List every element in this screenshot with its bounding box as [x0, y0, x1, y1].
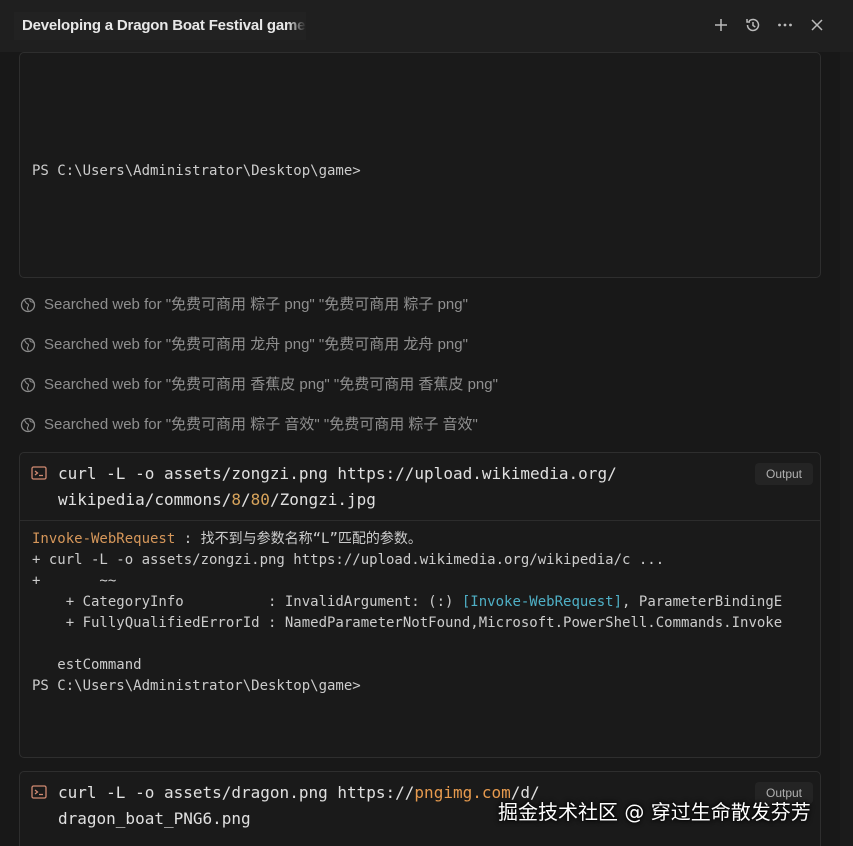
command-text-line: curl -L -o assets/zongzi.png https://upl… [58, 461, 617, 487]
output-line: + curl -L -o assets/zongzi.png https://u… [32, 552, 665, 568]
web-search-text: Searched web for "免费可商用 粽子 音效" "免费可商用 粽子… [44, 416, 478, 433]
chat-header: Developing a Dragon Boat Festival game [0, 0, 853, 52]
divider [20, 520, 820, 521]
error-cmdlet: Invoke-WebRequest [32, 531, 176, 547]
output-line: estCommand [32, 657, 142, 673]
chat-title-tab[interactable]: Developing a Dragon Boat Festival game [14, 12, 306, 40]
web-search-text: Searched web for "免费可商用 香蕉皮 png" "免费可商用 … [44, 376, 498, 393]
command-text: / [241, 490, 251, 509]
terminal-prompt: PS C:\Users\Administrator\Desktop\game> [32, 678, 361, 694]
web-search-text: Searched web for "免费可商用 粽子 png" "免费可商用 粽… [44, 296, 468, 313]
error-message: : 找不到与参数名称“L”匹配的参数。 [175, 531, 422, 547]
terminal-output-card: PS C:\Users\Administrator\Desktop\game> [19, 52, 821, 278]
globe-icon [20, 297, 36, 313]
output-line: Invoke-WebRequest : 找不到与参数名称“L”匹配的参数。 [32, 529, 422, 550]
command-number: 80 [250, 490, 270, 509]
close-icon[interactable] [807, 15, 827, 35]
web-search-text: Searched web for "免费可商用 龙舟 png" "免费可商用 龙… [44, 336, 468, 353]
command-text: wikipedia/commons/ [58, 490, 232, 509]
title-fade [288, 12, 306, 40]
output-line: + CategoryInfo : InvalidArgument: (:) [I… [32, 592, 782, 613]
output-line: + ~~ [32, 573, 117, 589]
output-text: + CategoryInfo : InvalidArgument: (:) [32, 594, 462, 610]
command-text: /Zongzi.jpg [269, 490, 376, 509]
globe-icon [20, 377, 36, 393]
output-highlight: [Invoke-WebRequest] [461, 594, 623, 610]
output-line: + FullyQualifiedErrorId : NamedParameter… [32, 615, 783, 631]
globe-icon [20, 417, 36, 433]
output-badge[interactable]: Output [755, 463, 813, 485]
output-text: , ParameterBindingE [622, 594, 783, 610]
command-url: pngimg.com [414, 783, 511, 802]
plus-icon[interactable] [711, 15, 731, 35]
ellipsis-icon[interactable] [775, 15, 795, 35]
terminal-icon [31, 465, 47, 481]
command-text-line: wikipedia/commons/8/80/Zongzi.jpg [58, 487, 376, 513]
command-text-line: dragon_boat_PNG6.png [58, 809, 251, 828]
terminal-prompt: PS C:\Users\Administrator\Desktop\game> [32, 163, 361, 179]
command-text: curl -L -o assets/dragon.png https:// [58, 783, 415, 802]
chat-title: Developing a Dragon Boat Festival game [22, 17, 306, 34]
history-icon[interactable] [743, 15, 763, 35]
globe-icon [20, 337, 36, 353]
watermark: 掘金技术社区 @ 穿过生命散发芬芳 [498, 800, 811, 824]
command-card: curl -L -o assets/zongzi.png https://upl… [19, 452, 821, 758]
right-panel-edge [840, 52, 853, 846]
terminal-icon [31, 784, 47, 800]
command-text-line: curl -L -o assets/dragon.png https://png… [58, 780, 540, 806]
command-text: curl -L -o assets/zongzi.png https://upl… [58, 464, 617, 483]
command-number: 8 [231, 490, 242, 509]
